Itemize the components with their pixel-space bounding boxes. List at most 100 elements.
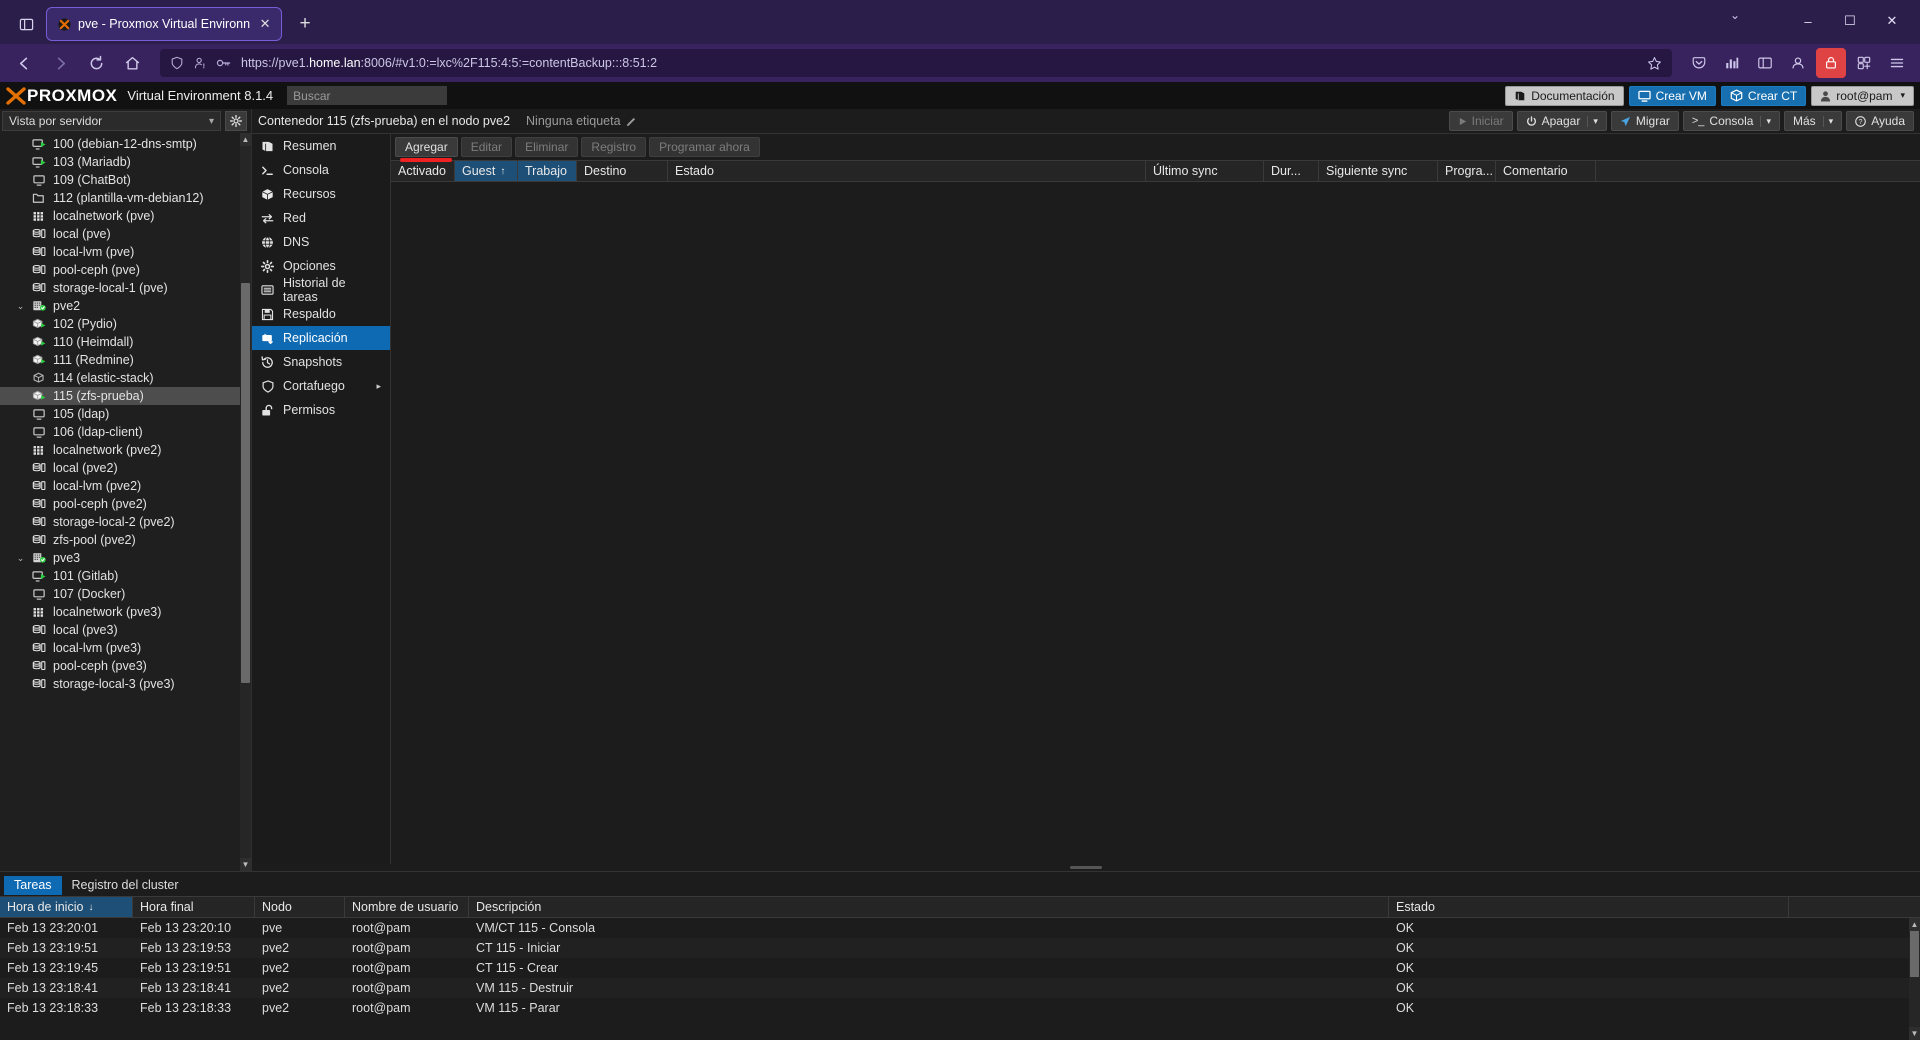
repl-registro-button[interactable]: Registro xyxy=(581,137,647,157)
help-button[interactable]: ? Ayuda xyxy=(1846,111,1914,131)
tag-area[interactable]: Ninguna etiqueta xyxy=(526,114,637,128)
tree-item-115-zfs-prueba[interactable]: 115 (zfs-prueba) xyxy=(0,387,251,405)
repl-col-estado[interactable]: Estado xyxy=(668,161,1146,181)
tree-item-local-lvm-pve2[interactable]: local-lvm (pve2) xyxy=(0,477,251,495)
tasks-col-nodo[interactable]: Nodo xyxy=(255,897,345,917)
lock-key-icon[interactable] xyxy=(216,56,232,70)
repl-col-ultimo-sync[interactable]: Último sync xyxy=(1146,161,1264,181)
menu-item-respaldo[interactable]: Respaldo xyxy=(252,302,390,326)
extension-alert-icon[interactable] xyxy=(1816,48,1846,78)
url-bar[interactable]: https://pve1.home.lan:8006/#v1:0:=lxc%2F… xyxy=(160,49,1672,77)
replication-grid-header[interactable]: Activado Guest ↑ Trabajo Destino Estado Último… xyxy=(391,160,1920,182)
repl-col-comentario[interactable]: Comentario xyxy=(1496,161,1596,181)
chevron-down-icon[interactable]: ▾ xyxy=(1760,115,1771,127)
menu-item-dns[interactable]: DNS xyxy=(252,230,390,254)
url-text[interactable]: https://pve1.home.lan:8006/#v1:0:=lxc%2F… xyxy=(241,56,1638,70)
splitter-grip[interactable] xyxy=(1070,866,1102,869)
tree-item-localnetwork-pve2[interactable]: localnetwork (pve2) xyxy=(0,441,251,459)
tasks-tab-tareas[interactable]: Tareas xyxy=(4,875,62,895)
minimize-button[interactable]: – xyxy=(1788,6,1828,36)
repl-col-activado[interactable]: Activado xyxy=(391,161,455,181)
task-row[interactable]: Feb 13 23:19:45 Feb 13 23:19:51 pve2 root@p… xyxy=(0,958,1920,978)
repl-col-trabajo[interactable]: Trabajo xyxy=(518,161,577,181)
home-icon[interactable] xyxy=(116,48,148,78)
menu-item-opciones[interactable]: Opciones xyxy=(252,254,390,278)
tree-item-106-ldap-client[interactable]: 106 (ldap-client) xyxy=(0,423,251,441)
task-row[interactable]: Feb 13 23:19:51 Feb 13 23:19:53 pve2 root@p… xyxy=(0,938,1920,958)
repl-col-progra-[interactable]: Progra... xyxy=(1438,161,1496,181)
menu-item-red[interactable]: Red xyxy=(252,206,390,230)
tree-item-local-pve2[interactable]: local (pve2) xyxy=(0,459,251,477)
user-menu-button[interactable]: root@pam ▾ xyxy=(1811,85,1914,106)
menu-item-recursos[interactable]: Recursos xyxy=(252,182,390,206)
search-input[interactable]: Buscar xyxy=(287,86,448,105)
scroll-up-icon[interactable]: ▲ xyxy=(1909,918,1920,931)
tree-item-110-heimdall[interactable]: 110 (Heimdall) xyxy=(0,333,251,351)
pocket-icon[interactable] xyxy=(1684,48,1714,78)
pencil-icon[interactable] xyxy=(626,116,637,127)
shield-icon[interactable] xyxy=(170,56,184,70)
repl-editar-button[interactable]: Editar xyxy=(460,137,513,157)
create-vm-button[interactable]: Crear VM xyxy=(1628,85,1716,106)
tree-item-107-docker[interactable]: 107 (Docker) xyxy=(0,585,251,603)
tree-item-local-lvm-pve[interactable]: local-lvm (pve) xyxy=(0,243,251,261)
repl-col-destino[interactable]: Destino xyxy=(577,161,668,181)
tasks-tab-registro-del-cluster[interactable]: Registro del cluster xyxy=(62,876,189,895)
scrollbar-thumb[interactable] xyxy=(241,283,250,683)
tree-item-103-mariadb[interactable]: 103 (Mariadb) xyxy=(0,153,251,171)
scroll-up-icon[interactable]: ▲ xyxy=(240,133,251,146)
task-row[interactable]: Feb 13 23:18:41 Feb 13 23:18:41 pve2 root@p… xyxy=(0,978,1920,998)
scroll-down-icon[interactable]: ▼ xyxy=(1909,1027,1920,1040)
new-tab-button[interactable]: + xyxy=(290,9,320,39)
documentation-button[interactable]: Documentación xyxy=(1505,85,1624,106)
close-window-button[interactable]: ✕ xyxy=(1872,6,1912,36)
chevron-down-icon[interactable]: ⌄ xyxy=(15,553,26,564)
tasks-col-hora-de-inicio[interactable]: Hora de inicio ↓ xyxy=(0,897,133,917)
resource-tree[interactable]: 100 (debian-12-dns-smtp) 103 (Mariadb) 109… xyxy=(0,133,251,871)
sidebar-scrollbar[interactable]: ▲ ▼ xyxy=(240,133,251,871)
tree-item-100-debian-12-dns-smtp[interactable]: 100 (debian-12-dns-smtp) xyxy=(0,135,251,153)
menu-item-historial-de-tareas[interactable]: Historial de tareas xyxy=(252,276,390,304)
repl-agregar-button[interactable]: Agregar xyxy=(395,137,458,157)
console-button[interactable]: >_ Consola ▾ xyxy=(1682,111,1780,131)
scroll-down-icon[interactable]: ▼ xyxy=(240,858,251,871)
repl-eliminar-button[interactable]: Eliminar xyxy=(515,137,579,157)
menu-item-consola[interactable]: Consola xyxy=(252,158,390,182)
chevron-down-icon[interactable]: ▾ xyxy=(1822,115,1833,127)
tasks-scrollbar[interactable]: ▲ ▼ xyxy=(1909,918,1920,1040)
menu-item-snapshots[interactable]: Snapshots xyxy=(252,350,390,374)
statistics-icon[interactable] xyxy=(1717,48,1747,78)
view-selector[interactable]: Vista por servidor ▾ xyxy=(2,111,221,131)
tree-item-localnetwork-pve3[interactable]: localnetwork (pve3) xyxy=(0,603,251,621)
tree-item-101-gitlab[interactable]: 101 (Gitlab) xyxy=(0,567,251,585)
tree-item-storage-local-2-pve2[interactable]: storage-local-2 (pve2) xyxy=(0,513,251,531)
task-row[interactable]: Feb 13 23:18:33 Feb 13 23:18:33 pve2 root@p… xyxy=(0,998,1920,1018)
tree-item-102-pydio[interactable]: 102 (Pydio) xyxy=(0,315,251,333)
chevron-down-icon[interactable]: ⌄ xyxy=(15,301,26,312)
sidebar-toggle-icon[interactable] xyxy=(6,7,46,41)
maximize-button[interactable]: ☐ xyxy=(1830,6,1870,36)
app-menu-icon[interactable] xyxy=(1882,48,1912,78)
repl-col-guest[interactable]: Guest ↑ xyxy=(455,161,518,181)
tree-item-112-plantilla-vm-debian12[interactable]: 112 (plantilla-vm-debian12) xyxy=(0,189,251,207)
menu-item-permisos[interactable]: Permisos xyxy=(252,398,390,422)
tree-item-local-pve[interactable]: local (pve) xyxy=(0,225,251,243)
tasks-col-estado[interactable]: Estado xyxy=(1389,897,1789,917)
tree-item-pool-ceph-pve3[interactable]: pool-ceph (pve3) xyxy=(0,657,251,675)
task-row[interactable]: Feb 13 23:20:01 Feb 13 23:20:10 pve root@pa… xyxy=(0,918,1920,938)
tree-item-storage-local-1-pve[interactable]: storage-local-1 (pve) xyxy=(0,279,251,297)
tree-item-pool-ceph-pve2[interactable]: pool-ceph (pve2) xyxy=(0,495,251,513)
forward-icon[interactable] xyxy=(44,48,76,78)
tree-item-105-ldap[interactable]: 105 (ldap) xyxy=(0,405,251,423)
list-all-tabs-icon[interactable]: ⌄ xyxy=(1730,8,1740,22)
gear-icon[interactable] xyxy=(225,111,247,131)
tasks-col-descripcion[interactable]: Descripción xyxy=(469,897,1389,917)
guest-menu[interactable]: Resumen Consola Recursos Red DNS Opciones Hist… xyxy=(252,134,391,864)
bookmark-star-icon[interactable] xyxy=(1647,56,1662,71)
tree-item-local-lvm-pve3[interactable]: local-lvm (pve3) xyxy=(0,639,251,657)
tasks-col-nombre-de-usuario[interactable]: Nombre de usuario xyxy=(345,897,469,917)
menu-item-cortafuego[interactable]: Cortafuego ▸ xyxy=(252,374,390,398)
create-ct-button[interactable]: Crear CT xyxy=(1720,85,1807,106)
tree-item-storage-local-3-pve3[interactable]: storage-local-3 (pve3) xyxy=(0,675,251,693)
shutdown-button[interactable]: Apagar ▾ xyxy=(1516,111,1607,131)
